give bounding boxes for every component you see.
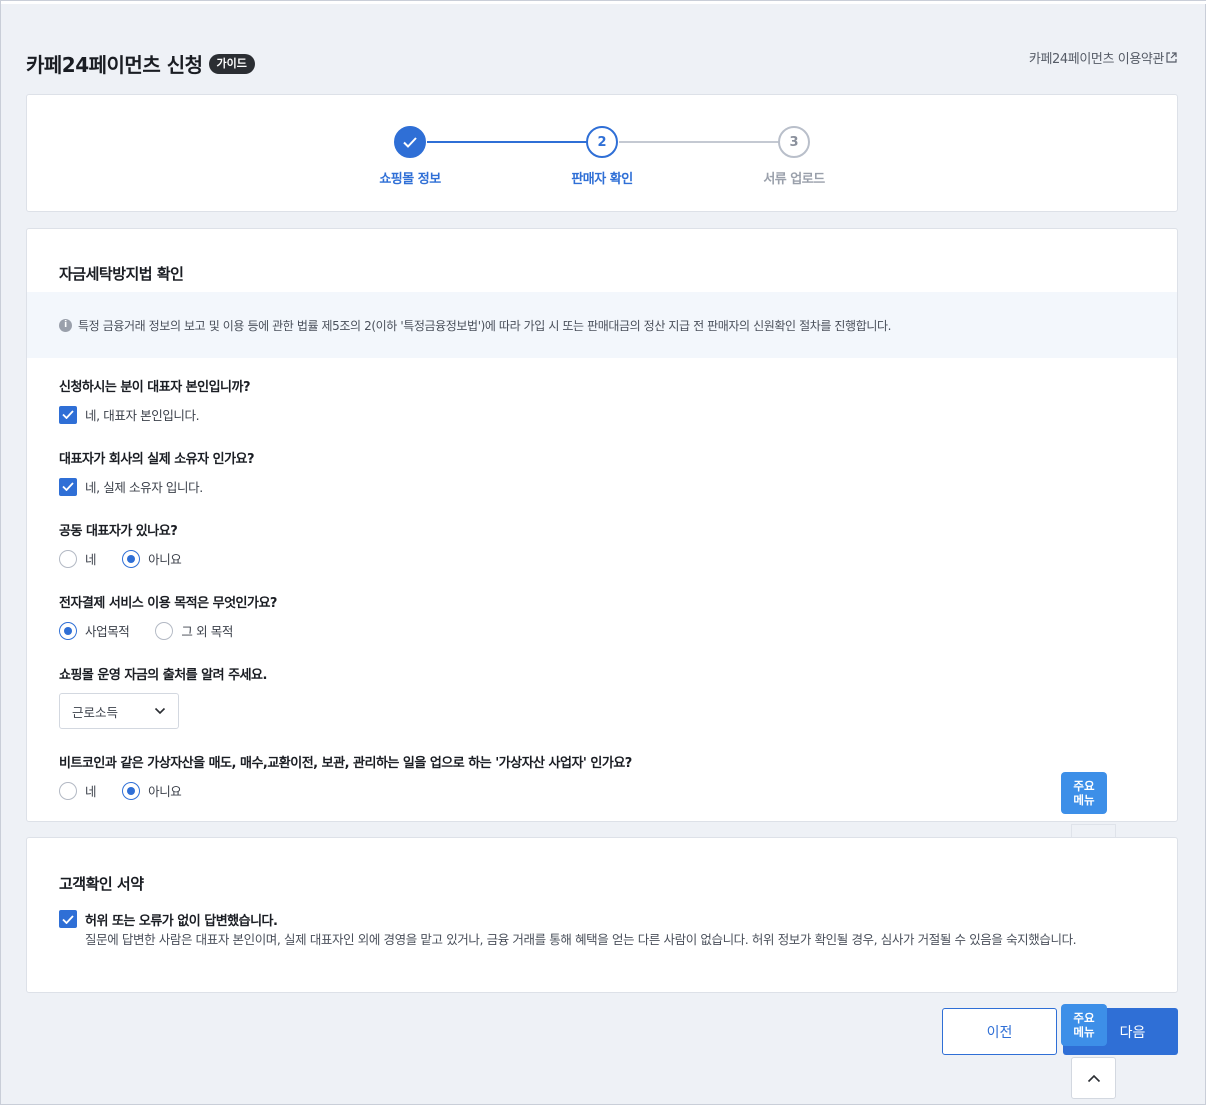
radio-selected-icon <box>122 549 141 568</box>
signature-card: 고객확인 서약 허위 또는 오류가 없이 답변했습니다. 질문에 답변한 사람은… <box>26 837 1178 993</box>
signature-agreement[interactable]: 허위 또는 오류가 없이 답변했습니다. 질문에 답변한 사람은 대표자 본인이… <box>59 910 1149 950</box>
floating-tab <box>1071 824 1116 838</box>
prev-button[interactable]: 이전 <box>942 1008 1057 1055</box>
question-owner: 대표자가 회사의 실제 소유자 인가요? 네, 실제 소유자 입니다. <box>59 448 255 496</box>
step-document-upload: 3 서류 업로드 <box>734 126 854 187</box>
question-label: 비트코인과 같은 가상자산을 매도, 매수,교환이전, 보관, 관리하는 일을 … <box>59 756 632 771</box>
virtual-asset-radio-yes[interactable]: 네 <box>59 781 97 800</box>
question-label: 공동 대표자가 있나요? <box>59 524 178 539</box>
fund-source-select[interactable]: 근로소득 <box>59 693 179 729</box>
info-icon: i <box>59 318 72 332</box>
purpose-radio-business[interactable]: 사업목적 <box>59 621 130 640</box>
quick-menu-line1: 주요 <box>1073 1011 1095 1025</box>
notice-text: 특정 금융거래 정보의 보고 및 이용 등에 관한 법률 제5조의 2(이하 '… <box>78 318 892 333</box>
quick-menu-line1: 주요 <box>1073 779 1095 793</box>
owner-checkbox[interactable]: 네, 실제 소유자 입니다. <box>59 477 203 496</box>
question-label: 신청하시는 분이 대표자 본인입니까? <box>59 380 251 395</box>
quick-menu-button-bottom[interactable]: 주요 메뉴 <box>1061 1004 1107 1046</box>
co-rep-radio-no[interactable]: 아니요 <box>122 549 182 568</box>
step-number: 3 <box>778 126 810 158</box>
option-label: 아니요 <box>148 784 182 799</box>
page-title: 카페24페이먼츠 신청 <box>26 53 203 77</box>
option-label: 사업목적 <box>85 624 130 639</box>
question-label: 쇼핑몰 운영 자금의 출처를 알려 주세요. <box>59 668 267 683</box>
question-label: 대표자가 회사의 실제 소유자 인가요? <box>59 452 255 467</box>
representative-checkbox[interactable]: 네, 대표자 본인입니다. <box>59 405 200 424</box>
radio-icon <box>59 781 77 800</box>
quick-menu-button[interactable]: 주요 메뉴 <box>1061 772 1107 814</box>
signature-title: 고객확인 서약 <box>59 875 144 893</box>
aml-notice: i 특정 금융거래 정보의 보고 및 이용 등에 관한 법률 제5조의 2(이하… <box>27 292 1177 358</box>
top-border <box>1 1 1206 4</box>
question-fund-source: 쇼핑몰 운영 자금의 출처를 알려 주세요. 근로소득 <box>59 664 267 729</box>
radio-selected-icon <box>122 781 141 800</box>
option-label: 네 <box>85 552 97 567</box>
radio-icon <box>155 621 174 640</box>
aml-card: 자금세탁방지법 확인 i 특정 금융거래 정보의 보고 및 이용 등에 관한 법… <box>26 228 1178 822</box>
signature-checkbox-label: 허위 또는 오류가 없이 답변했습니다. <box>85 914 278 929</box>
step-seller-check: 2 판매자 확인 <box>542 126 662 187</box>
chevron-down-icon <box>154 707 166 715</box>
external-link-icon <box>1166 52 1177 63</box>
signature-description: 질문에 답변한 사람은 대표자 본인이며, 실제 대표자인 외에 경영을 맡고 … <box>85 932 1077 947</box>
step-label: 서류 업로드 <box>763 172 825 187</box>
check-icon <box>394 126 426 158</box>
option-label: 네 <box>85 784 97 799</box>
guide-badge[interactable]: 가이드 <box>208 53 255 74</box>
step-shop-info: 쇼핑몰 정보 <box>350 126 470 187</box>
quick-menu-line2: 메뉴 <box>1073 1025 1095 1039</box>
aml-title: 자금세탁방지법 확인 <box>59 265 184 283</box>
option-label: 그 외 목적 <box>181 624 233 639</box>
radio-icon <box>59 549 77 568</box>
question-co-representative: 공동 대표자가 있나요? 네 아니요 <box>59 520 182 568</box>
terms-link-label: 카페24페이먼츠 이용약관 <box>1028 52 1164 67</box>
co-rep-radio-yes[interactable]: 네 <box>59 549 97 568</box>
scroll-top-button[interactable] <box>1071 1057 1116 1099</box>
page-header: 카페24페이먼츠 신청 가이드 <box>26 49 255 78</box>
question-representative: 신청하시는 분이 대표자 본인입니까? 네, 대표자 본인입니다. <box>59 376 251 424</box>
quick-menu-line2: 메뉴 <box>1073 793 1095 807</box>
stepper-card: 쇼핑몰 정보 2 판매자 확인 3 서류 업로드 <box>26 94 1178 212</box>
select-value: 근로소득 <box>72 704 119 720</box>
purpose-radio-other[interactable]: 그 외 목적 <box>155 621 233 640</box>
option-label: 네, 실제 소유자 입니다. <box>85 480 203 495</box>
radio-selected-icon <box>59 621 77 640</box>
step-label: 쇼핑몰 정보 <box>379 172 441 187</box>
virtual-asset-radio-no[interactable]: 아니요 <box>122 781 182 800</box>
option-label: 네, 대표자 본인입니다. <box>85 408 200 423</box>
question-purpose: 전자결제 서비스 이용 목적은 무엇인가요? 사업목적 그 외 목적 <box>59 592 277 640</box>
checkbox-checked-icon[interactable] <box>59 910 77 928</box>
question-virtual-asset: 비트코인과 같은 가상자산을 매도, 매수,교환이전, 보관, 관리하는 일을 … <box>59 752 632 800</box>
step-label: 판매자 확인 <box>571 172 633 187</box>
checkbox-checked-icon <box>59 477 77 496</box>
chevron-up-icon <box>1087 1074 1100 1082</box>
terms-link[interactable]: 카페24페이먼츠 이용약관 <box>1029 48 1177 67</box>
checkbox-checked-icon <box>59 405 77 424</box>
option-label: 아니요 <box>148 552 182 567</box>
question-label: 전자결제 서비스 이용 목적은 무엇인가요? <box>59 596 277 611</box>
step-number: 2 <box>586 126 618 158</box>
